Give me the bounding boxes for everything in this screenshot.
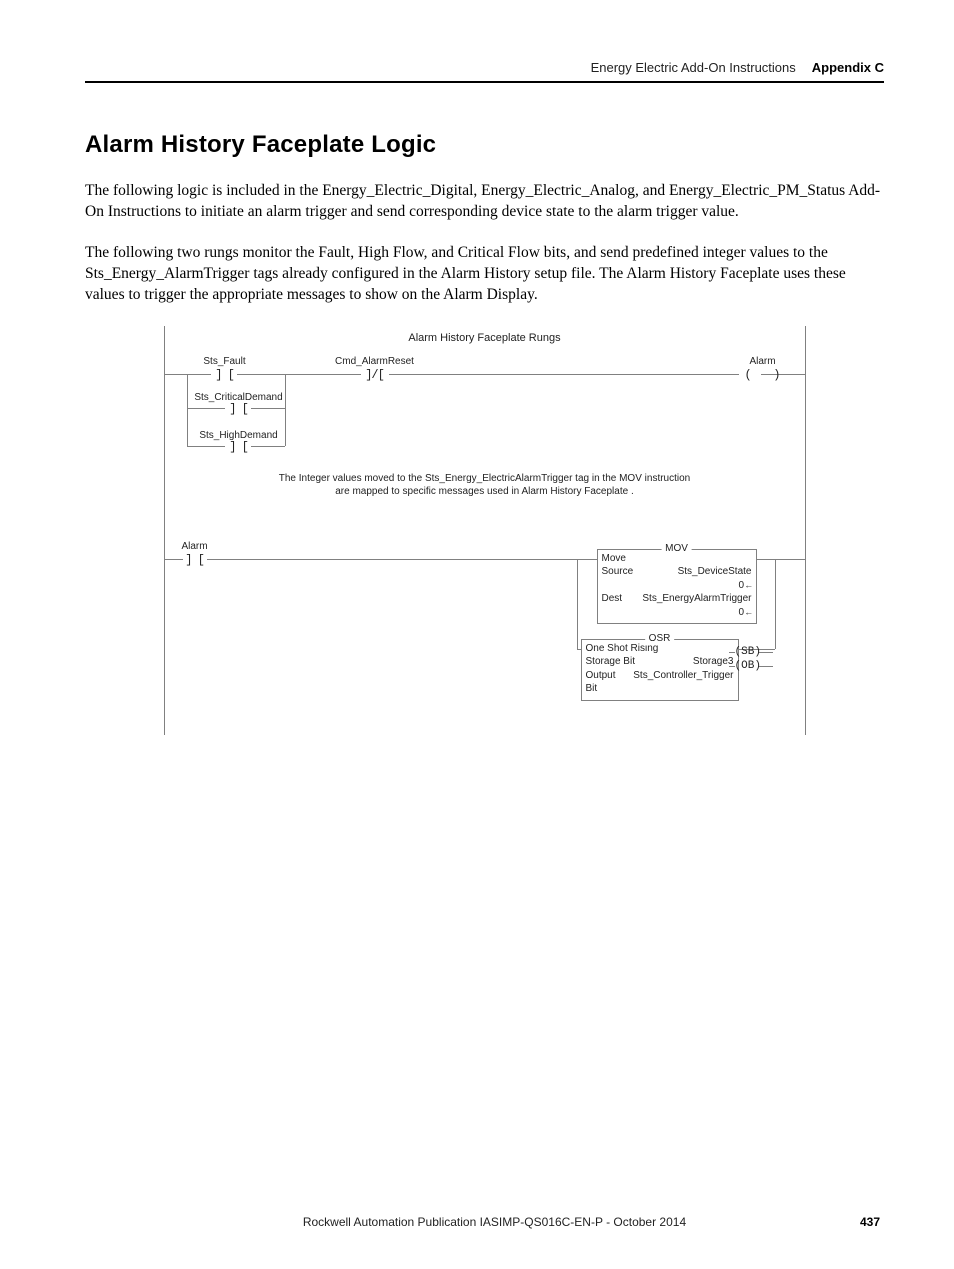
- section-heading: Alarm History Faceplate Logic: [85, 131, 884, 159]
- label-cmd-alarm-reset: Cmd_AlarmReset: [335, 356, 414, 367]
- label-alarm-2: Alarm: [181, 541, 207, 552]
- header-appendix: Appendix C: [812, 60, 884, 75]
- mov-source-value: Sts_DeviceState: [678, 565, 752, 579]
- osr-title: OSR: [645, 632, 675, 646]
- header-doc-title: Energy Electric Add-On Instructions: [591, 60, 796, 75]
- osr-output-value: Sts_Controller_Trigger: [633, 669, 733, 696]
- osr-storage-value: Storage3: [693, 655, 734, 669]
- contact-alarm: ] [: [185, 553, 204, 567]
- mov-dest-num: 0: [739, 607, 745, 618]
- mov-source-label: Source: [602, 565, 634, 579]
- footer-page-number: 437: [860, 1215, 880, 1229]
- osr-instruction-box: OSR One Shot Rising Storage Bit Storage3…: [581, 639, 739, 701]
- osr-ob-coil: (OB): [735, 660, 761, 672]
- mov-source-num: 0: [739, 580, 745, 591]
- ladder-logic-figure: Alarm History Faceplate Rungs Sts_Fault …: [164, 326, 806, 735]
- osr-storage-label: Storage Bit: [586, 655, 635, 669]
- contact-sts-critical: ] [: [229, 402, 248, 416]
- osr-output-label: Output Bit: [586, 669, 626, 696]
- note-line-2: are mapped to specific messages used in …: [335, 486, 633, 497]
- mov-title: MOV: [661, 542, 692, 556]
- footer-publication: Rockwell Automation Publication IASIMP-Q…: [129, 1215, 860, 1229]
- arrow-icon: ←: [746, 580, 751, 592]
- body-paragraph-2: The following two rungs monitor the Faul…: [85, 243, 884, 306]
- contact-sts-fault: ] [: [215, 368, 234, 382]
- contact-sts-high: ] [: [229, 440, 248, 454]
- note-line-1: The Integer values moved to the Sts_Ener…: [279, 473, 690, 484]
- label-sts-fault: Sts_Fault: [203, 356, 245, 367]
- arrow-icon: ←: [746, 607, 751, 619]
- figure-note: The Integer values moved to the Sts_Ener…: [165, 472, 805, 499]
- rung-1: Sts_Fault ] [ Cmd_AlarmReset ]/[ Alarm (…: [165, 350, 805, 460]
- figure-title: Alarm History Faceplate Rungs: [165, 332, 805, 344]
- running-header: Energy Electric Add-On Instructions Appe…: [85, 60, 884, 83]
- contact-cmd-alarm-reset: ]/[: [365, 368, 384, 382]
- coil-alarm: ( ): [744, 368, 780, 382]
- mov-dest-value: Sts_EnergyAlarmTrigger: [642, 592, 751, 606]
- mov-dest-label: Dest: [602, 592, 623, 606]
- osr-sb-coil: (SB): [735, 646, 761, 658]
- label-alarm: Alarm: [749, 356, 775, 367]
- mov-instruction-box: MOV Move Source Sts_DeviceState 0← Dest …: [597, 549, 757, 625]
- body-paragraph-1: The following logic is included in the E…: [85, 181, 884, 223]
- rung-2: Alarm ] [ MOV Move Source Sts_DeviceStat…: [165, 539, 805, 719]
- page-footer: Rockwell Automation Publication IASIMP-Q…: [85, 1215, 884, 1229]
